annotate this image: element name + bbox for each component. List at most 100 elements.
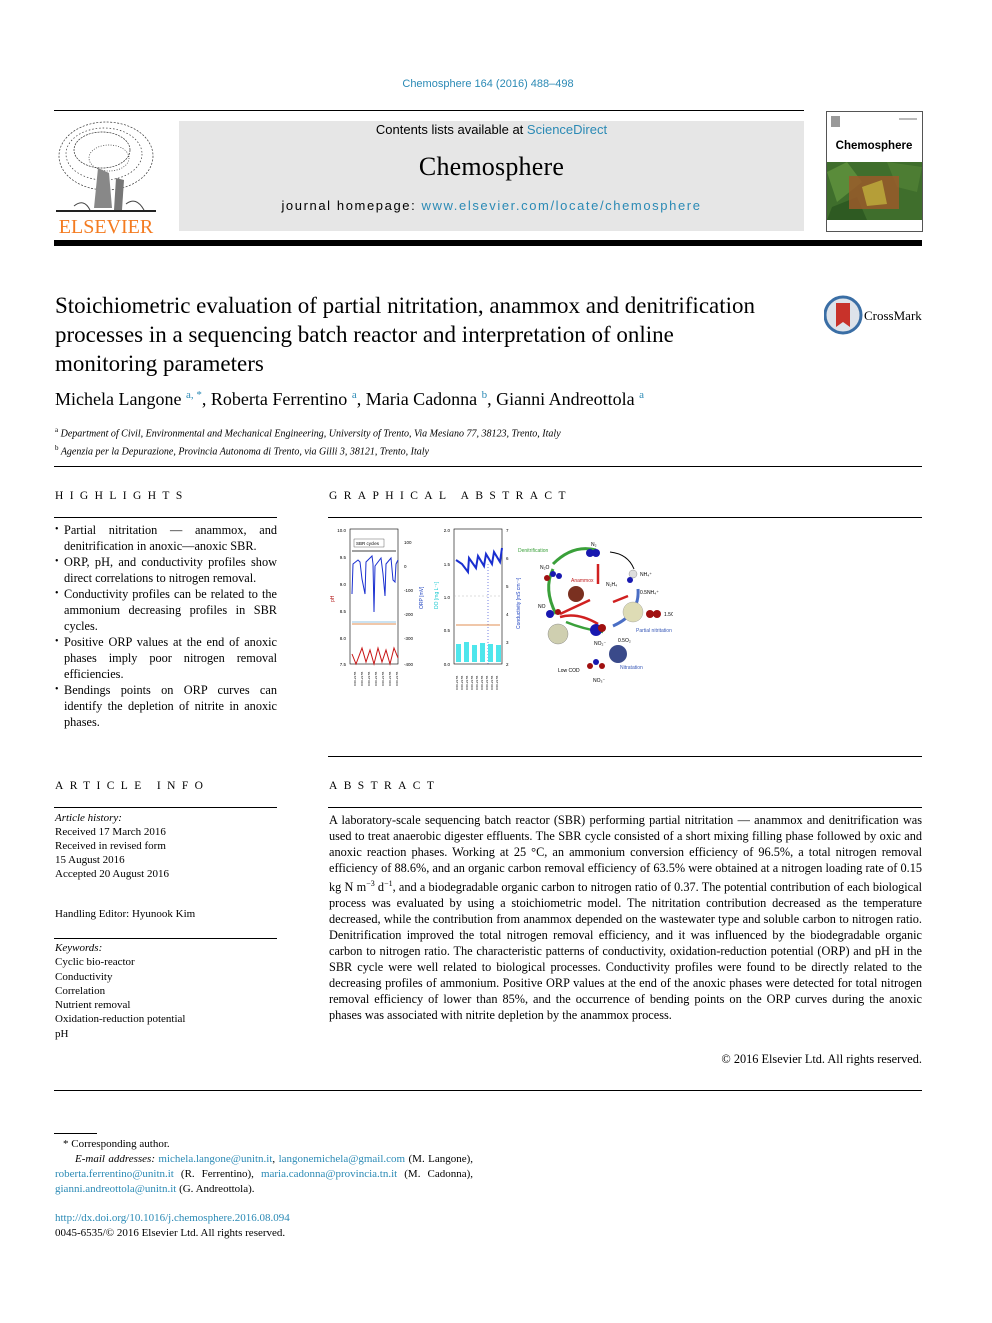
svg-text:0:00-23:55: 0:00-23:55 (495, 675, 499, 690)
svg-text:0:00-23:55: 0:00-23:55 (490, 675, 494, 690)
author-affiliation-marker[interactable]: b (482, 389, 488, 401)
footnote-rule (54, 1133, 97, 1134)
handling-editor: Handling Editor: Hyunook Kim (55, 908, 196, 920)
crossmark-icon: CrossMark (823, 295, 922, 335)
svg-text:4: 4 (506, 612, 509, 617)
history-line: 15 August 2016 (55, 854, 125, 866)
crossmark-badge[interactable]: CrossMark (823, 295, 924, 335)
journal-masthead: Contents lists available at ScienceDirec… (179, 121, 804, 231)
keywords-rule (54, 938, 277, 939)
elsevier-logo[interactable]: ELSEVIER (54, 118, 158, 238)
svg-text:Nitratation: Nitratation (620, 665, 643, 671)
journal-homepage-link[interactable]: www.elsevier.com/locate/chemosphere (422, 198, 702, 213)
front-matter-rule (54, 1090, 922, 1091)
author-name[interactable]: Michela Langone (55, 389, 181, 409)
history-line: Received 17 March 2016 (55, 826, 166, 838)
svg-text:0:00-23:55: 0:00-23:55 (485, 675, 489, 690)
email-link[interactable]: michela.langone@unitn.it (158, 1153, 272, 1165)
abstract-exponent: −3 (366, 879, 375, 888)
graphical-abstract-bottom-rule (328, 756, 922, 757)
elsevier-wordmark: ELSEVIER (59, 216, 154, 236)
svg-text:9.0: 9.0 (340, 582, 347, 587)
svg-text:-100: -100 (404, 588, 414, 593)
svg-text:-200: -200 (404, 612, 414, 617)
svg-text:0.5: 0.5 (444, 628, 451, 633)
highlights-list: Partial nitritation — anammox, and denit… (55, 522, 277, 730)
svg-text:0.5O₂: 0.5O₂ (618, 638, 631, 644)
svg-text:N₂: N₂ (591, 542, 597, 548)
elsevier-tree-icon: ELSEVIER (56, 121, 156, 238)
svg-text:0:00-23:55: 0:00-23:55 (367, 671, 371, 686)
email-link[interactable]: gianni.andreottola@unitn.it (55, 1183, 176, 1195)
highlight-item: Partial nitritation — anammox, and denit… (55, 522, 277, 554)
svg-text:2.0: 2.0 (444, 528, 451, 533)
author-name[interactable]: Roberta Ferrentino (211, 389, 347, 409)
email-owner: (M. Cadonna), (397, 1168, 473, 1180)
svg-text:N₂H₄: N₂H₄ (606, 582, 617, 588)
header-rule (54, 110, 804, 111)
journal-cover-thumbnail[interactable]: Chemosphere (826, 111, 923, 232)
author-affiliation-marker[interactable]: a (639, 389, 644, 401)
svg-text:7.5: 7.5 (340, 662, 347, 667)
highlight-item: Conductivity profiles can be related to … (55, 586, 277, 634)
graphical-abstract-figure[interactable]: 10.0 9.5 9.0 8.5 8.0 7.5 100 0 -100 -200… (328, 524, 677, 694)
email-owner: (R. Ferrentino), (173, 1168, 261, 1180)
contents-prefix: Contents lists available at (375, 122, 527, 137)
issn-copyright: 0045-6535/© 2016 Elsevier Ltd. All right… (55, 1227, 286, 1239)
crossmark-label: CrossMark (864, 308, 922, 323)
email-link[interactable]: maria.cadonna@provincia.tn.it (261, 1168, 397, 1180)
svg-text:SBR cycles: SBR cycles (356, 541, 380, 546)
highlight-item: Positive ORP values at the end of anoxic… (55, 634, 277, 682)
abstract-part: , and a biodegradable organic carbon to … (329, 880, 922, 1023)
svg-text:Anammox: Anammox (571, 578, 594, 584)
header-thick-rule (54, 240, 922, 246)
section-divider (54, 466, 922, 467)
svg-text:Conductivity [mS cm⁻¹]: Conductivity [mS cm⁻¹] (516, 577, 522, 629)
svg-text:0:00-23:55: 0:00-23:55 (353, 671, 357, 686)
svg-text:-400: -400 (404, 662, 414, 667)
affiliation-marker: b (55, 444, 59, 453)
email-addresses: E-mail addresses: michela.langone@unitn.… (55, 1152, 473, 1197)
svg-text:Low COD: Low COD (558, 668, 580, 674)
affiliation: a Department of Civil, Environmental and… (55, 423, 561, 441)
keyword: Oxidation-reduction potential (55, 1013, 186, 1026)
history-line: Accepted 20 August 2016 (55, 868, 169, 880)
journal-reference-link[interactable]: Chemosphere 164 (2016) 488–498 (0, 78, 976, 90)
svg-text:0:00-23:55: 0:00-23:55 (360, 671, 364, 686)
abstract-text: A laboratory-scale sequencing batch reac… (329, 812, 922, 1023)
svg-text:0:00-23:55: 0:00-23:55 (374, 671, 378, 686)
homepage-line: journal homepage: www.elsevier.com/locat… (179, 198, 804, 213)
affiliations: a Department of Civil, Environmental and… (55, 423, 561, 460)
email-link[interactable]: roberta.ferrentino@unitn.it (55, 1168, 174, 1180)
author-affiliation-marker[interactable]: a, * (186, 389, 202, 401)
svg-text:6: 6 (506, 556, 509, 561)
svg-text:NO₃⁻: NO₃⁻ (593, 678, 606, 684)
svg-text:0:00-23:55: 0:00-23:55 (388, 671, 392, 686)
author-affiliation-marker[interactable]: a (352, 389, 357, 401)
svg-text:NO: NO (538, 604, 546, 610)
svg-text:pH: pH (330, 595, 336, 602)
svg-text:0:00-23:55: 0:00-23:55 (395, 671, 399, 686)
author-name[interactable]: Maria Cadonna (366, 389, 477, 409)
keywords-label: Keywords: (55, 942, 103, 954)
ph-orp-chart: 10.0 9.5 9.0 8.5 8.0 7.5 100 0 -100 -200… (330, 528, 425, 686)
graphical-abstract-rule (328, 517, 922, 518)
svg-text:DO [mg L⁻¹]: DO [mg L⁻¹] (434, 581, 440, 609)
highlights-heading: HIGHLIGHTS (55, 490, 189, 502)
svg-text:0:00-23:55: 0:00-23:55 (470, 675, 474, 690)
email-link[interactable]: langonemichela@gmail.com (279, 1153, 406, 1165)
highlight-item: Bendings points on ORP curves can identi… (55, 682, 277, 730)
corresponding-label: * Corresponding author. (63, 1138, 170, 1150)
abstract-copyright: © 2016 Elsevier Ltd. All rights reserved… (721, 1052, 922, 1066)
article-info-heading: ARTICLE INFO (55, 780, 210, 792)
svg-text:0:00-23:55: 0:00-23:55 (455, 675, 459, 690)
doi-link[interactable]: http://dx.doi.org/10.1016/j.chemosphere.… (55, 1212, 290, 1224)
author-name[interactable]: Gianni Andreottola (496, 389, 634, 409)
abstract-rule (328, 807, 922, 808)
sciencedirect-link[interactable]: ScienceDirect (527, 122, 607, 137)
contents-line: Contents lists available at ScienceDirec… (179, 122, 804, 137)
svg-text:ORP [mV]: ORP [mV] (419, 586, 425, 609)
author-list: Michela Langone a, *, Roberta Ferrentino… (55, 389, 645, 409)
article-title: Stoichiometric evaluation of partial nit… (55, 293, 756, 376)
abstract-heading: ABSTRACT (329, 780, 441, 792)
